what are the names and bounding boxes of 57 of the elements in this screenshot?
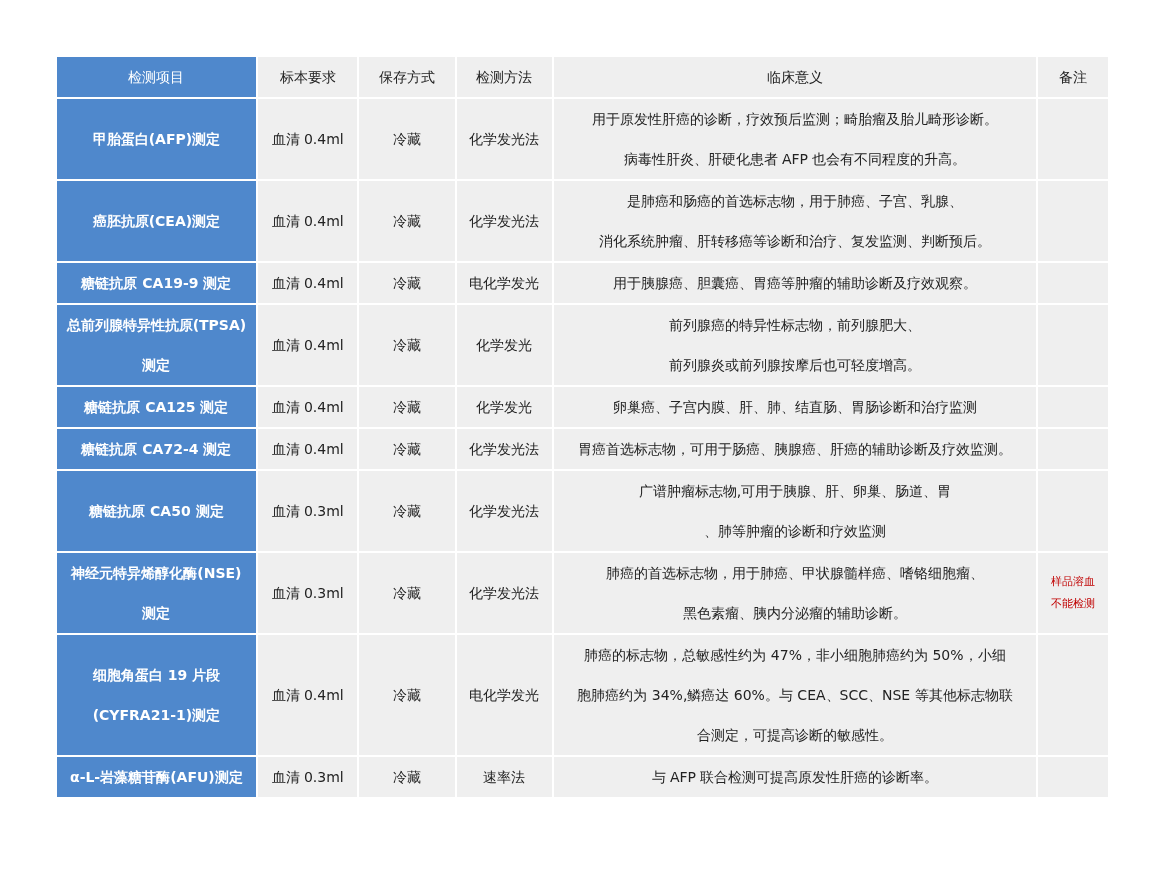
- method-cell: 化学发光法: [456, 180, 553, 262]
- significance-cell: 前列腺癌的特异性标志物，前列腺肥大、 前列腺炎或前列腺按摩后也可轻度增高。: [552, 304, 1038, 386]
- column-header: 临床意义: [552, 56, 1038, 98]
- method-cell: 电化学发光: [456, 634, 553, 756]
- test-name-cell: 总前列腺特异性抗原(TPSA) 测定: [56, 304, 257, 386]
- specimen-cell: 血清 0.3ml: [256, 552, 359, 634]
- test-name-cell: 糖链抗原 CA125 测定: [56, 386, 257, 428]
- column-header: 备注: [1037, 56, 1109, 98]
- method-cell: 化学发光法: [456, 428, 553, 470]
- significance-cell: 胃癌首选标志物，可用于肠癌、胰腺癌、肝癌的辅助诊断及疗效监测。: [552, 428, 1038, 470]
- significance-cell: 肺癌的首选标志物，用于肺癌、甲状腺髓样癌、嗜铬细胞瘤、 黑色素瘤、胰内分泌瘤的辅助诊断。: [552, 552, 1038, 634]
- specimen-cell: 血清 0.4ml: [256, 98, 359, 180]
- storage-cell: 冷藏: [358, 98, 457, 180]
- specimen-cell: 血清 0.4ml: [256, 262, 359, 304]
- significance-cell: 用于胰腺癌、胆囊癌、胃癌等肿瘤的辅助诊断及疗效观察。: [552, 262, 1038, 304]
- specimen-cell: 血清 0.3ml: [256, 756, 359, 798]
- test-name-cell: 糖链抗原 CA72-4 测定: [56, 428, 257, 470]
- storage-cell: 冷藏: [358, 634, 457, 756]
- significance-cell: 是肺癌和肠癌的首选标志物，用于肺癌、子宫、乳腺、 消化系统肿瘤、肝转移癌等诊断和治疗、复发监测、判断预后。: [552, 180, 1038, 262]
- specimen-cell: 血清 0.4ml: [256, 180, 359, 262]
- storage-cell: 冷藏: [358, 386, 457, 428]
- method-cell: 化学发光法: [456, 98, 553, 180]
- column-header: 检测项目: [56, 56, 257, 98]
- method-cell: 化学发光法: [456, 552, 553, 634]
- column-header: 保存方式: [358, 56, 457, 98]
- test-name-cell: α-L-岩藻糖苷酶(AFU)测定: [56, 756, 257, 798]
- specimen-cell: 血清 0.4ml: [256, 386, 359, 428]
- storage-cell: 冷藏: [358, 552, 457, 634]
- storage-cell: 冷藏: [358, 304, 457, 386]
- specimen-cell: 血清 0.4ml: [256, 304, 359, 386]
- storage-cell: 冷藏: [358, 470, 457, 552]
- test-name-cell: 甲胎蛋白(AFP)测定: [56, 98, 257, 180]
- test-name-cell: 神经元特异烯醇化酶(NSE) 测定: [56, 552, 257, 634]
- method-cell: 化学发光法: [456, 470, 553, 552]
- significance-cell: 广谱肿瘤标志物,可用于胰腺、肝、卵巢、肠道、胃 、肺等肿瘤的诊断和疗效监测: [552, 470, 1038, 552]
- test-name-cell: 糖链抗原 CA19-9 测定: [56, 262, 257, 304]
- column-header: 检测方法: [456, 56, 553, 98]
- method-cell: 速率法: [456, 756, 553, 798]
- significance-cell: 卵巢癌、子宫内膜、肝、肺、结直肠、胃肠诊断和治疗监测: [552, 386, 1038, 428]
- method-cell: 化学发光: [456, 386, 553, 428]
- specimen-cell: 血清 0.4ml: [256, 428, 359, 470]
- note-text: 样品溶血 不能检测: [1050, 574, 1097, 612]
- specimen-cell: 血清 0.3ml: [256, 470, 359, 552]
- storage-cell: 冷藏: [358, 180, 457, 262]
- storage-cell: 冷藏: [358, 262, 457, 304]
- test-name-cell: 糖链抗原 CA50 测定: [56, 470, 257, 552]
- column-header: 标本要求: [256, 56, 359, 98]
- storage-cell: 冷藏: [358, 428, 457, 470]
- method-cell: 化学发光: [456, 304, 553, 386]
- method-cell: 电化学发光: [456, 262, 553, 304]
- significance-cell: 肺癌的标志物，总敏感性约为 47%，非小细胞肺癌约为 50%，小细 胞肺癌约为 34%,鳞癌达 60%。与 CEA、SCC、NSE 等其他标志物联 合测定，可提高诊断的敏感性。: [552, 634, 1038, 756]
- storage-cell: 冷藏: [358, 756, 457, 798]
- significance-cell: 用于原发性肝癌的诊断，疗效预后监测；畸胎瘤及胎儿畸形诊断。 病毒性肝炎、肝硬化患者 AFP 也会有不同程度的升高。: [552, 98, 1038, 180]
- specimen-cell: 血清 0.4ml: [256, 634, 359, 756]
- test-name-cell: 癌胚抗原(CEA)测定: [56, 180, 257, 262]
- significance-cell: 与 AFP 联合检测可提高原发性肝癌的诊断率。: [552, 756, 1038, 798]
- test-name-cell: 细胞角蛋白 19 片段 (CYFRA21-1)测定: [56, 634, 257, 756]
